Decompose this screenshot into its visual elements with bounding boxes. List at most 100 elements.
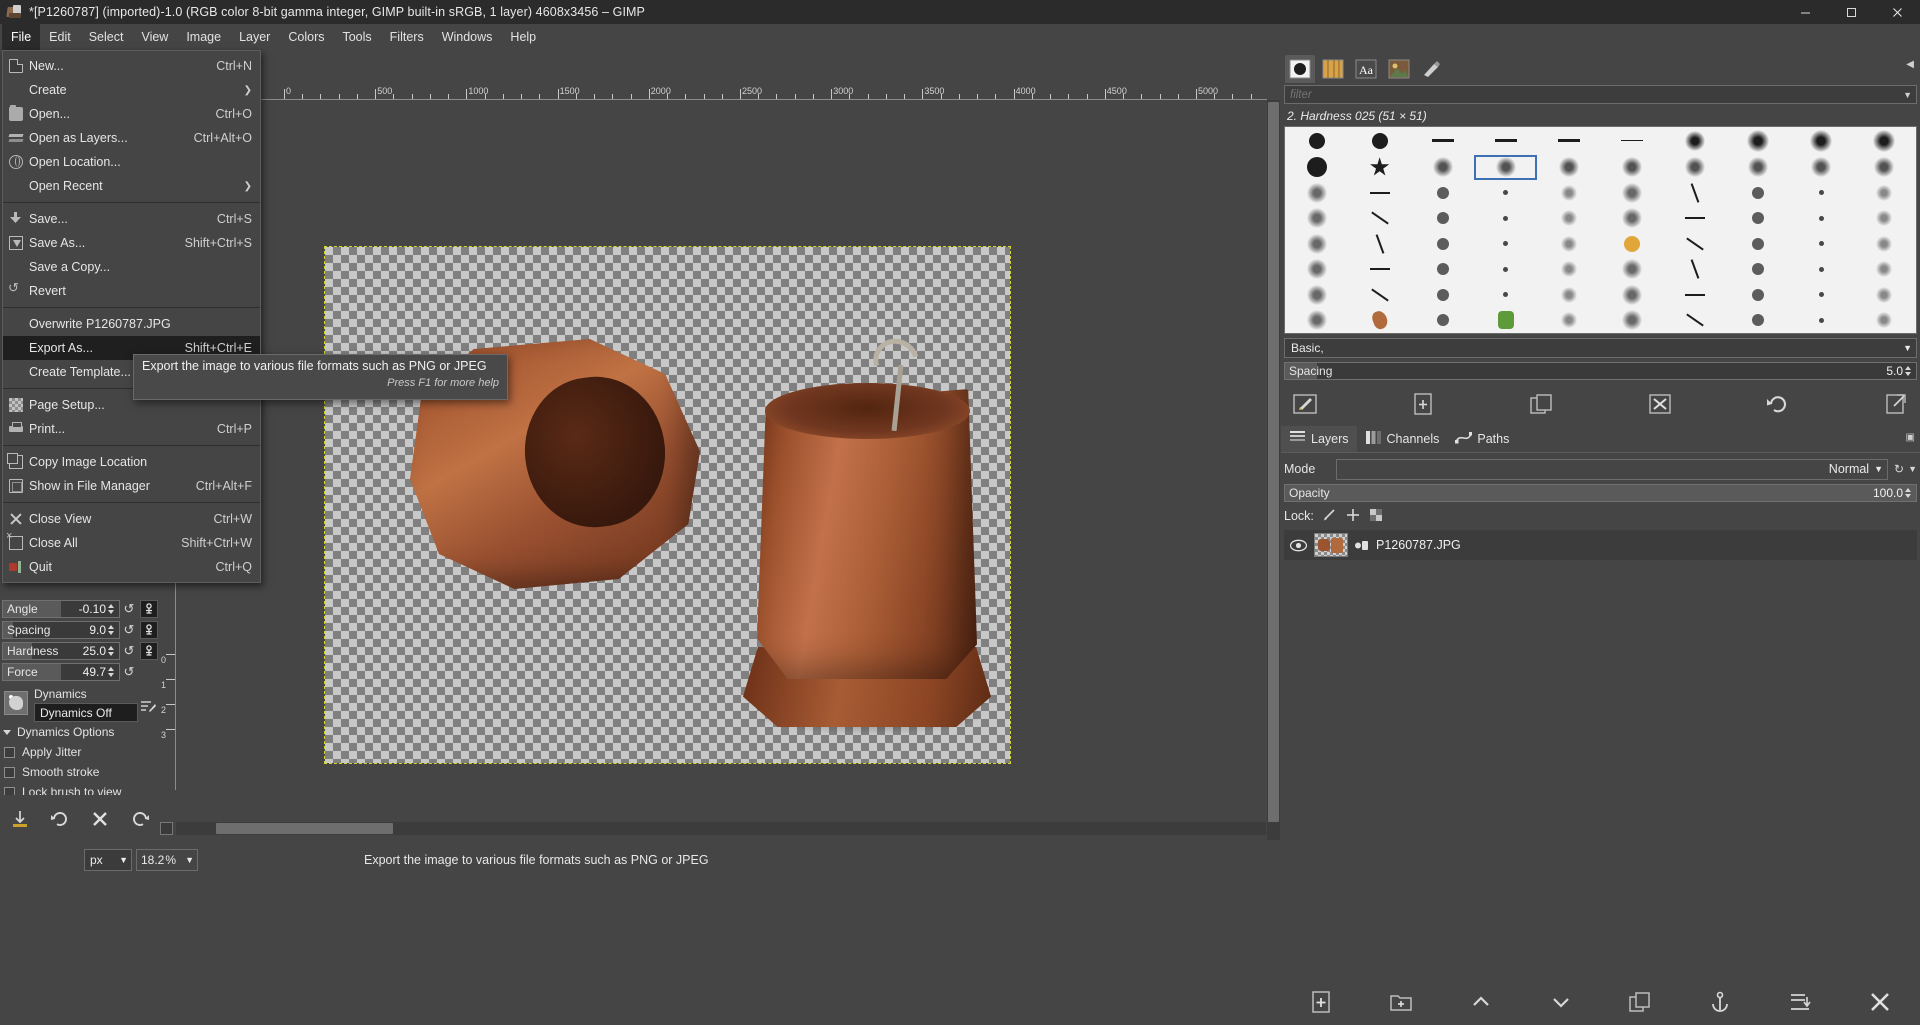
menubar-item-tools[interactable]: Tools: [333, 24, 380, 50]
brush-cell[interactable]: [1285, 127, 1348, 155]
brush-cell[interactable]: [1664, 127, 1727, 155]
file-menu-item-copy-image-location[interactable]: Copy Image Location: [3, 450, 260, 474]
new-layer-icon[interactable]: [1306, 987, 1336, 1017]
image-canvas[interactable]: [177, 101, 1263, 841]
horizontal-ruler[interactable]: 0500100015002000250030003500400045005000…: [176, 86, 1280, 100]
brush-spacing-row[interactable]: Spacing 5.0: [1284, 361, 1917, 381]
reset-force-icon[interactable]: ↺: [120, 664, 138, 680]
layer-link-icon[interactable]: [1354, 539, 1370, 552]
brush-cell[interactable]: [1537, 206, 1600, 232]
brush-cell[interactable]: [1285, 308, 1348, 334]
brush-cell[interactable]: [1664, 231, 1727, 257]
fonts-tab[interactable]: Aa: [1351, 55, 1381, 83]
brush-cell[interactable]: [1411, 231, 1474, 257]
brush-cell[interactable]: [1348, 308, 1411, 334]
brush-cell[interactable]: [1474, 308, 1537, 334]
brush-cell[interactable]: [1853, 206, 1916, 232]
brush-cell[interactable]: [1537, 282, 1600, 308]
checkbox-box[interactable]: [4, 787, 15, 796]
brush-cell[interactable]: [1348, 231, 1411, 257]
brush-cell[interactable]: [1790, 206, 1853, 232]
brush-cell[interactable]: [1664, 282, 1727, 308]
edit-brush-icon[interactable]: [1284, 389, 1326, 419]
brush-cell[interactable]: [1600, 308, 1663, 334]
brush-cell[interactable]: [1664, 308, 1727, 334]
new-layer-group-icon[interactable]: [1386, 987, 1416, 1017]
pin-angle-icon[interactable]: [140, 600, 158, 618]
spinner-icon[interactable]: [108, 664, 117, 680]
hardness-slider[interactable]: Hardness25.0: [2, 642, 120, 660]
vertical-scrollbar[interactable]: [1267, 100, 1280, 840]
brush-cell[interactable]: [1348, 180, 1411, 206]
brush-cell[interactable]: [1664, 155, 1727, 181]
layer-row[interactable]: P1260787.JPG: [1284, 530, 1917, 560]
brush-cell[interactable]: [1600, 180, 1663, 206]
file-menu-item-save-as[interactable]: Save As...Shift+Ctrl+S: [3, 231, 260, 255]
refresh-brushes-icon[interactable]: [1757, 389, 1799, 419]
image-layer-boundary[interactable]: [325, 247, 1010, 763]
paths-tab[interactable]: Paths: [1447, 426, 1517, 452]
file-menu-item-show-in-file-manager[interactable]: Show in File ManagerCtrl+Alt+F: [3, 474, 260, 498]
channels-tab[interactable]: Channels: [1357, 426, 1448, 452]
brush-cell[interactable]: [1285, 180, 1348, 206]
brush-cell[interactable]: [1411, 282, 1474, 308]
brush-grid[interactable]: [1284, 126, 1917, 334]
dock-menu-icon[interactable]: ◀: [1906, 59, 1914, 70]
brush-cell[interactable]: [1348, 206, 1411, 232]
dynamics-options-expander[interactable]: Dynamics Options: [0, 722, 160, 742]
brush-cell[interactable]: [1600, 257, 1663, 283]
brush-cell[interactable]: [1600, 206, 1663, 232]
brush-cell[interactable]: [1600, 282, 1663, 308]
duplicate-brush-icon[interactable]: [1520, 389, 1562, 419]
brush-cell[interactable]: [1348, 257, 1411, 283]
brush-cell[interactable]: [1727, 180, 1790, 206]
file-menu-popup[interactable]: New...Ctrl+NCreate❯Open...Ctrl+OOpen as …: [2, 50, 261, 583]
brush-cell[interactable]: [1474, 206, 1537, 232]
file-menu-item-open-location[interactable]: Open Location...: [3, 150, 260, 174]
brush-cell[interactable]: [1790, 231, 1853, 257]
brush-cell[interactable]: [1285, 206, 1348, 232]
brush-cell[interactable]: [1474, 180, 1537, 206]
menubar-item-edit[interactable]: Edit: [40, 24, 80, 50]
brush-cell[interactable]: [1474, 257, 1537, 283]
file-menu-item-save[interactable]: Save...Ctrl+S: [3, 207, 260, 231]
new-brush-icon[interactable]: [1402, 389, 1444, 419]
brush-cell[interactable]: [1285, 282, 1348, 308]
file-menu-item-open[interactable]: Open...Ctrl+O: [3, 102, 260, 126]
file-menu-item-save-a-copy[interactable]: Save a Copy...: [3, 255, 260, 279]
brush-cell[interactable]: [1600, 231, 1663, 257]
chevron-down-icon[interactable]: ▼: [1908, 464, 1917, 474]
file-menu-item-close-all[interactable]: Close AllShift+Ctrl+W: [3, 531, 260, 555]
brush-cell[interactable]: [1853, 155, 1916, 181]
brush-cell[interactable]: [1664, 257, 1727, 283]
brush-cell[interactable]: [1853, 231, 1916, 257]
brush-spacing-slider[interactable]: Spacing 5.0: [1284, 362, 1917, 380]
chevron-down-icon[interactable]: ▼: [1903, 90, 1916, 100]
horizontal-scroll-thumb[interactable]: [216, 823, 393, 834]
brush-cell[interactable]: [1664, 180, 1727, 206]
brush-cell[interactable]: [1853, 257, 1916, 283]
file-menu-item-create[interactable]: Create❯: [3, 78, 260, 102]
file-menu-item-revert[interactable]: Revert: [3, 279, 260, 303]
open-brush-as-image-icon[interactable]: [1875, 389, 1917, 419]
brush-cell[interactable]: [1853, 308, 1916, 334]
checkbox-lock-brush-to-view[interactable]: Lock brush to view: [0, 782, 160, 795]
brushes-tab[interactable]: [1285, 55, 1315, 83]
brush-cell[interactable]: [1285, 155, 1348, 181]
brush-cell[interactable]: [1727, 308, 1790, 334]
layer-list[interactable]: P1260787.JPG: [1284, 530, 1917, 560]
spinner-icon[interactable]: [108, 622, 117, 638]
file-menu-item-print[interactable]: Print...Ctrl+P: [3, 417, 260, 441]
file-menu-item-quit[interactable]: QuitCtrl+Q: [3, 555, 260, 579]
delete-layer-icon[interactable]: [1865, 987, 1895, 1017]
checkbox-smooth-stroke[interactable]: Smooth stroke: [0, 762, 160, 782]
brush-cell[interactable]: [1411, 308, 1474, 334]
brush-cell[interactable]: [1727, 231, 1790, 257]
spacing-slider[interactable]: Spacing9.0: [2, 621, 120, 639]
layer-opacity-row[interactable]: Opacity 100.0: [1284, 483, 1917, 503]
pin-spacing-icon[interactable]: [140, 621, 158, 639]
menubar-item-windows[interactable]: Windows: [433, 24, 502, 50]
brush-cell[interactable]: [1537, 127, 1600, 155]
spinner-icon[interactable]: [108, 601, 117, 617]
minimize-button[interactable]: [1782, 0, 1828, 24]
